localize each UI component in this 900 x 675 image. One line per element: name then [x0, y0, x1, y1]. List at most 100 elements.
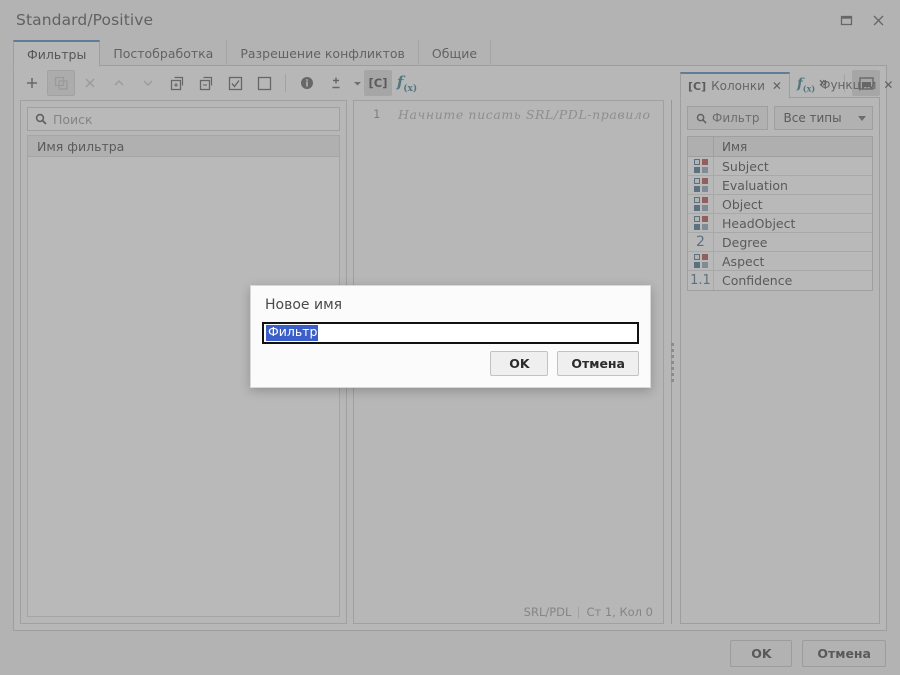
- status-language: SRL/PDL: [523, 605, 572, 619]
- dialog-buttons: OK Отмена: [251, 351, 650, 387]
- plus-minus-icon[interactable]: [322, 70, 350, 96]
- tab-general[interactable]: Общие: [419, 40, 492, 66]
- columns-table: Имя Subject Evaluation Object HeadObject…: [687, 136, 873, 291]
- dock-tab-functions[interactable]: f(x) Функции ✕: [790, 72, 900, 98]
- tab-label: Общие: [431, 45, 478, 61]
- name-input[interactable]: Фильтр: [262, 322, 639, 344]
- duplicate-filter-button[interactable]: [47, 70, 75, 96]
- type-string-icon: [688, 176, 714, 194]
- new-name-dialog: Новое имя Фильтр OK Отмена: [250, 285, 651, 388]
- cancel-button[interactable]: Отмена: [802, 639, 886, 667]
- dialog-cancel-button[interactable]: Отмена: [557, 351, 639, 376]
- export-icon[interactable]: [192, 70, 220, 96]
- dock-tab-strip: [C] Колонки ✕ f(x) Функции ✕: [680, 72, 893, 99]
- bracket-c-icon: [C]: [368, 76, 388, 90]
- tab-label: Разрешение конфликтов: [240, 45, 405, 61]
- table-row[interactable]: Evaluation: [688, 176, 872, 195]
- dock-tab-label: Функции: [820, 78, 877, 92]
- info-icon[interactable]: [293, 70, 321, 96]
- name-input-value: Фильтр: [266, 324, 319, 341]
- dialog-title: Новое имя: [265, 297, 343, 313]
- type-string-icon: [688, 252, 714, 270]
- code-placeholder: Начните писать SRL/PDL-правило: [398, 107, 651, 122]
- column-name: Confidence: [722, 273, 793, 288]
- search-icon: [696, 113, 707, 124]
- column-name: Object: [722, 196, 763, 212]
- checkbox-empty-icon[interactable]: [250, 70, 278, 96]
- page-title: Standard/Positive: [16, 11, 154, 29]
- right-dock: [C] Колонки ✕ f(x) Функции ✕ Фильтр Все …: [680, 72, 893, 624]
- tab-label: Постобработка: [113, 45, 214, 61]
- column-name: HeadObject: [722, 215, 796, 231]
- search-placeholder: Поиск: [53, 111, 93, 127]
- dock-filter-row: Фильтр Все типы: [681, 98, 879, 136]
- ok-button[interactable]: OK: [730, 639, 793, 667]
- fx-icon: f(x): [396, 72, 418, 94]
- header-name-cell: Имя: [722, 139, 748, 154]
- title-bar: Standard/Positive: [0, 0, 900, 40]
- dock-splitter[interactable]: [664, 100, 680, 624]
- chevron-down-icon[interactable]: [351, 70, 363, 96]
- table-row[interactable]: 2 Degree: [688, 233, 872, 252]
- functions-panel-toggle[interactable]: f(x): [393, 70, 421, 96]
- close-icon[interactable]: [862, 6, 894, 34]
- search-input[interactable]: Поиск: [27, 107, 340, 131]
- tab-conflict-resolution[interactable]: Разрешение конфликтов: [227, 40, 419, 66]
- dock-tab-label: Колонки: [711, 79, 765, 93]
- type-string-icon: [688, 157, 714, 175]
- dialog-footer: OK Отмена: [0, 631, 900, 675]
- column-name: Evaluation: [722, 177, 788, 193]
- delete-filter-button[interactable]: [76, 70, 104, 96]
- fx-icon: f(x): [796, 76, 816, 94]
- type-select[interactable]: Все типы: [774, 106, 873, 130]
- toolbar-divider: [285, 74, 286, 92]
- table-row[interactable]: Aspect: [688, 252, 872, 271]
- column-name: Subject: [722, 158, 769, 174]
- move-up-button[interactable]: [105, 70, 133, 96]
- main-tab-strip: Фильтры Постобработка Разрешение конфлик…: [0, 40, 900, 67]
- tab-label: Фильтры: [27, 46, 87, 62]
- editor-status-bar: SRL/PDL Ст 1, Кол 0: [354, 601, 663, 623]
- type-integer-glyph: 2: [696, 234, 705, 250]
- type-float-icon: 1.1: [688, 271, 714, 290]
- line-number: 1: [373, 107, 380, 121]
- type-float-glyph: 1.1: [690, 273, 711, 288]
- filter-list-column-header[interactable]: Имя фильтра: [27, 135, 340, 157]
- header-icon-cell: [688, 137, 714, 156]
- maximize-icon[interactable]: [830, 6, 862, 34]
- column-name: Degree: [722, 234, 768, 250]
- type-select-value: Все типы: [783, 111, 842, 125]
- status-cursor-position: Ст 1, Кол 0: [586, 605, 653, 619]
- import-icon[interactable]: [163, 70, 191, 96]
- dialog-ok-button[interactable]: OK: [490, 351, 549, 376]
- close-icon[interactable]: ✕: [883, 78, 893, 92]
- dock-filter-button[interactable]: Фильтр: [687, 106, 769, 130]
- search-icon: [35, 113, 47, 125]
- window-controls: [830, 6, 894, 34]
- bracket-c-icon: [C]: [688, 79, 707, 93]
- splitter-grip-dots: [670, 342, 674, 382]
- column-header-label: Имя фильтра: [37, 138, 125, 154]
- columns-table-header: Имя: [688, 137, 872, 157]
- column-name: Aspect: [722, 253, 765, 269]
- type-integer-icon: 2: [688, 233, 714, 251]
- table-row[interactable]: 1.1 Confidence: [688, 271, 872, 290]
- checkbox-checked-icon[interactable]: [221, 70, 249, 96]
- add-filter-button[interactable]: [18, 70, 46, 96]
- type-string-icon: [688, 195, 714, 213]
- table-row[interactable]: Subject: [688, 157, 872, 176]
- dialog-input-wrap: Фильтр: [251, 313, 650, 344]
- table-row[interactable]: HeadObject: [688, 214, 872, 233]
- move-down-button[interactable]: [134, 70, 162, 96]
- table-row[interactable]: Object: [688, 195, 872, 214]
- dock-tab-columns[interactable]: [C] Колонки ✕: [680, 72, 790, 99]
- tab-filters[interactable]: Фильтры: [13, 40, 101, 67]
- dock-body: Фильтр Все типы Имя Subject Evaluation O…: [680, 98, 880, 624]
- dock-filter-label: Фильтр: [712, 111, 760, 125]
- chevron-down-icon: [858, 115, 866, 121]
- columns-panel-toggle[interactable]: [C]: [364, 70, 392, 96]
- status-divider: [578, 606, 580, 618]
- close-icon[interactable]: ✕: [772, 79, 782, 93]
- tab-postprocessing[interactable]: Постобработка: [100, 40, 228, 66]
- type-string-icon: [688, 214, 714, 232]
